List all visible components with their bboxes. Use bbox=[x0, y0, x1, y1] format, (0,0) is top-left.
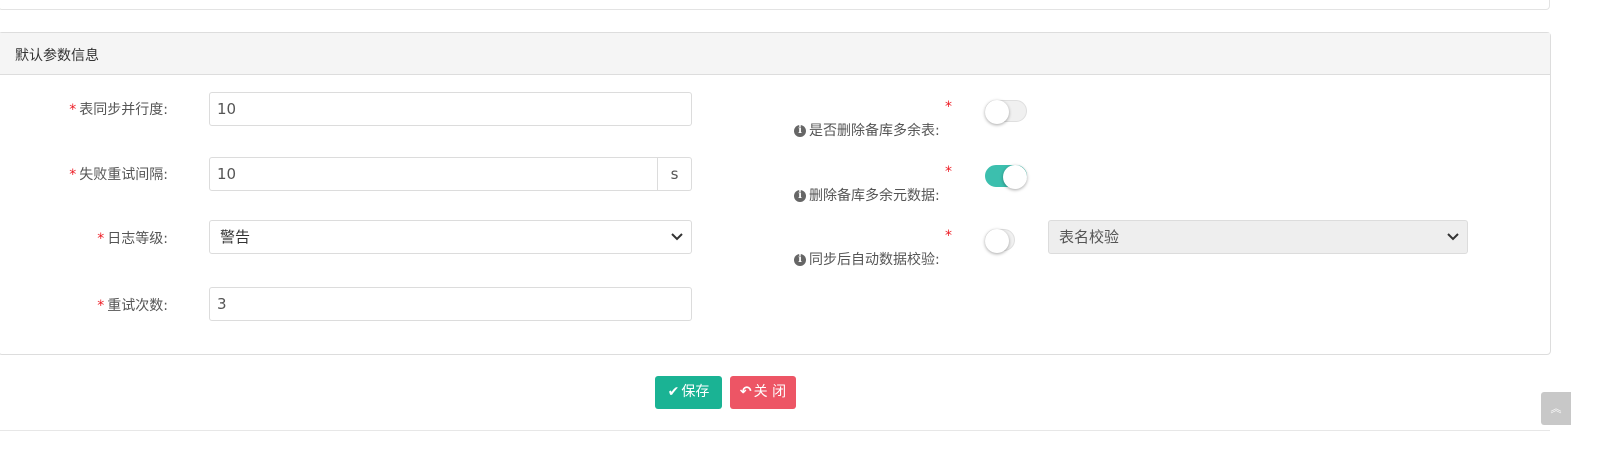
seconds-addon: s bbox=[658, 157, 692, 191]
reply-icon: ↶ bbox=[739, 384, 752, 400]
log-level-label: * 日志等级: bbox=[40, 228, 168, 248]
parallelism-input[interactable]: 10 bbox=[209, 92, 692, 126]
retry-count-value: 3 bbox=[217, 295, 227, 313]
check-icon: ✔ bbox=[667, 384, 680, 400]
info-circle-icon: i bbox=[794, 190, 806, 202]
save-button-label: 保存 bbox=[681, 384, 710, 400]
required-mark: * bbox=[69, 167, 77, 183]
retry-count-label-text: 重试次数: bbox=[107, 298, 168, 314]
retry-interval-input[interactable]: 10 bbox=[209, 157, 658, 191]
delete-extra-tables-label: i 是否删除备库多余表: bbox=[794, 120, 940, 140]
back-to-top-button[interactable]: ︽ bbox=[1541, 392, 1571, 425]
parallelism-value: 10 bbox=[217, 100, 237, 118]
delete-extra-metadata-label: i 删除备库多余元数据: bbox=[794, 185, 940, 205]
close-button-label: 关 闭 bbox=[753, 384, 787, 400]
retry-interval-value: 10 bbox=[217, 165, 237, 183]
seconds-unit: s bbox=[670, 165, 679, 183]
delete-extra-metadata-label-text: 删除备库多余元数据: bbox=[809, 188, 940, 204]
verify-mode-select[interactable]: 表名校验 bbox=[1048, 220, 1468, 254]
save-button[interactable]: ✔ 保存 bbox=[655, 376, 722, 409]
toggle-knob bbox=[985, 229, 1009, 253]
required-mark: * bbox=[945, 164, 952, 180]
retry-interval-label: * 失败重试间隔: bbox=[40, 164, 168, 184]
auto-verify-label-text: 同步后自动数据校验: bbox=[809, 252, 940, 268]
chevron-down-icon bbox=[1447, 233, 1459, 241]
auto-verify-toggle[interactable] bbox=[985, 229, 1015, 253]
required-mark: * bbox=[69, 102, 77, 118]
required-mark: * bbox=[97, 298, 105, 314]
retry-count-input[interactable]: 3 bbox=[209, 287, 692, 321]
log-level-selected: 警告 bbox=[220, 228, 251, 246]
top-panel-edge bbox=[0, 0, 1550, 10]
info-circle-icon: i bbox=[794, 254, 806, 266]
retry-count-label: * 重试次数: bbox=[40, 295, 168, 315]
chevron-down-icon bbox=[671, 233, 683, 241]
parallelism-label-text: 表同步并行度: bbox=[79, 102, 168, 118]
delete-extra-tables-label-text: 是否删除备库多余表: bbox=[809, 123, 940, 139]
footer-divider bbox=[0, 430, 1550, 431]
panel-title: 默认参数信息 bbox=[15, 48, 99, 64]
log-level-select[interactable]: 警告 bbox=[209, 220, 692, 254]
required-mark: * bbox=[945, 228, 952, 244]
toggle-knob bbox=[1003, 165, 1027, 189]
log-level-label-text: 日志等级: bbox=[107, 231, 168, 247]
panel-heading: 默认参数信息 bbox=[0, 33, 1550, 75]
close-button[interactable]: ↶ 关 闭 bbox=[730, 376, 796, 409]
double-chevron-up-icon: ︽ bbox=[1550, 402, 1562, 415]
parallelism-label: * 表同步并行度: bbox=[40, 99, 168, 119]
delete-extra-metadata-toggle[interactable] bbox=[985, 165, 1027, 189]
info-circle-icon: i bbox=[794, 125, 806, 137]
auto-verify-label: i 同步后自动数据校验: bbox=[794, 249, 940, 269]
verify-mode-selected: 表名校验 bbox=[1059, 228, 1120, 246]
retry-interval-label-text: 失败重试间隔: bbox=[79, 167, 168, 183]
required-mark: * bbox=[945, 99, 952, 115]
required-mark: * bbox=[97, 231, 105, 247]
delete-extra-tables-toggle[interactable] bbox=[985, 100, 1027, 124]
toggle-knob bbox=[985, 100, 1009, 124]
